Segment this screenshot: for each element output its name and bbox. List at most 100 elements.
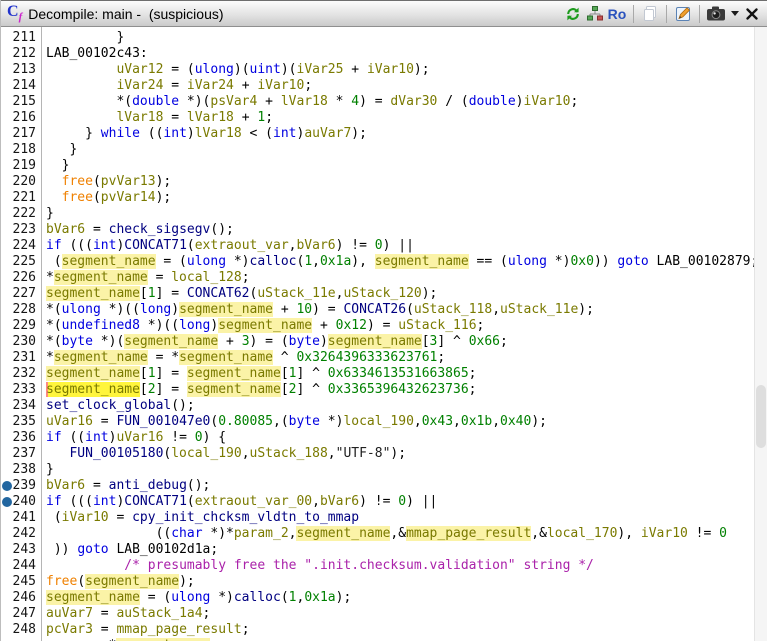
- code-line[interactable]: lVar18 = lVar18 + 1;: [46, 110, 754, 126]
- line-number: 217: [12, 126, 36, 141]
- highlighted-token[interactable]: segment_name: [186, 382, 281, 397]
- line-number: 236: [12, 430, 36, 445]
- code-line[interactable]: auVar7 = auStack_1a4;: [46, 606, 754, 622]
- close-icon[interactable]: [743, 4, 761, 24]
- decompiler-panel: Cf Decompile: main - (suspicious) Ro 211…: [0, 0, 767, 641]
- line-number: 213: [12, 62, 36, 77]
- highlighted-token[interactable]: segment_name: [179, 350, 273, 365]
- line-number: 242: [12, 526, 36, 541]
- highlighted-token[interactable]: segment_name: [124, 334, 219, 349]
- code-line[interactable]: free(pvVar14);: [46, 190, 754, 206]
- code-line[interactable]: LAB_00102c43:: [46, 46, 754, 62]
- line-number: 212: [12, 46, 36, 61]
- code-line[interactable]: }: [46, 142, 754, 158]
- highlighted-token[interactable]: segment_name: [61, 254, 156, 269]
- highlighted-token[interactable]: segment_name: [218, 318, 313, 333]
- code-line[interactable]: (segment_name = (ulong *)calloc(1,0x1a),…: [46, 254, 754, 270]
- dropdown-arrow-icon[interactable]: [727, 4, 743, 24]
- line-number: 219: [12, 158, 36, 173]
- highlighted-token[interactable]: segment_name: [53, 350, 148, 365]
- code-line[interactable]: pcVar3 = mmap_page_result;: [46, 622, 754, 638]
- code-line[interactable]: (iVar10 = cpy_init_chcksm_vldtn_to_mmap: [46, 510, 754, 526]
- panel-titlebar[interactable]: Cf Decompile: main - (suspicious) Ro: [1, 0, 767, 27]
- line-number-gutter[interactable]: 211 212 213 214 215 216 217 218 219 220 221 222 223 2…: [1, 27, 42, 641]
- function-graph-icon[interactable]: [584, 4, 606, 24]
- line-number: 228: [12, 302, 36, 317]
- code-line[interactable]: *(double *)(psVar4 + lVar18 * 4) = dVar3…: [46, 94, 754, 110]
- line-number: 223: [12, 222, 36, 237]
- code-line[interactable]: } while ((int)lVar18 < (int)auVar7);: [46, 126, 754, 142]
- line-number: 243: [12, 542, 36, 557]
- code-line[interactable]: segment_name[1] = segment_name[1] ^ 0x63…: [46, 366, 754, 382]
- code-area[interactable]: } LAB_00102c43: uVar12 = (ulong)(uint)(iV…: [42, 27, 754, 641]
- code-line[interactable]: segment_name[2] = segment_name[2] ^ 0x33…: [46, 382, 754, 398]
- line-number: 239: [1, 478, 41, 494]
- highlighted-token[interactable]: segment_name: [46, 382, 140, 397]
- line-number: 216: [12, 110, 36, 125]
- line-number: 218: [12, 142, 36, 157]
- code-line[interactable]: }: [46, 462, 754, 478]
- code-line[interactable]: bVar6 = anti_debug();: [46, 478, 754, 494]
- highlighted-token[interactable]: segment_name: [46, 366, 140, 381]
- line-number: 229: [12, 318, 36, 333]
- code-line[interactable]: if (((int)CONCAT71(extraout_var,bVar6) !…: [46, 238, 754, 254]
- code-line[interactable]: uVar12 = (ulong)(uint)(iVar25 + iVar10);: [46, 62, 754, 78]
- highlighted-token[interactable]: segment_name: [374, 254, 469, 269]
- code-line[interactable]: if ((int)uVar16 != 0) {: [46, 430, 754, 446]
- line-number: 226: [12, 270, 36, 285]
- margin-marker-dot: [2, 497, 12, 507]
- code-line[interactable]: iVar24 = iVar24 + iVar10;: [46, 78, 754, 94]
- highlighted-token[interactable]: segment_name: [186, 366, 281, 381]
- code-line[interactable]: *(byte *)(segment_name + 3) = (byte)segm…: [46, 334, 754, 350]
- code-line[interactable]: free(pvVar13);: [46, 174, 754, 190]
- highlighted-token[interactable]: segment_name: [85, 574, 180, 589]
- code-line[interactable]: }: [46, 30, 754, 46]
- code-line[interactable]: /* presumably free the ".init.checksum.v…: [46, 558, 754, 574]
- code-line[interactable]: *(undefined8 *)((long)segment_name + 0x1…: [46, 318, 754, 334]
- highlighted-token[interactable]: segment_name: [296, 526, 391, 541]
- line-number: 241: [12, 510, 36, 525]
- line-number: 224: [12, 238, 36, 253]
- highlighted-token[interactable]: segment_name: [327, 334, 422, 349]
- line-number: 225: [12, 254, 36, 269]
- code-line[interactable]: free(segment_name);: [46, 574, 754, 590]
- code-line[interactable]: }: [46, 206, 754, 222]
- line-number: 245: [12, 574, 36, 589]
- copy-icon[interactable]: [639, 4, 661, 24]
- camera-icon[interactable]: [705, 4, 727, 24]
- code-line[interactable]: if (((int)CONCAT71(extraout_var_00,bVar6…: [46, 494, 754, 510]
- line-number: 233: [12, 382, 36, 397]
- line-number: 230: [12, 334, 36, 349]
- vertical-scrollbar[interactable]: [754, 27, 767, 641]
- code-line[interactable]: *segment_name = *segment_name ^ 0x326439…: [46, 350, 754, 366]
- line-number: 240: [1, 494, 41, 510]
- code-line[interactable]: *(ulong *)((long)segment_name + 10) = CO…: [46, 302, 754, 318]
- line-number: 214: [12, 78, 36, 93]
- highlighted-token[interactable]: segment_name: [53, 270, 148, 285]
- code-line[interactable]: uVar16 = FUN_001047e0(0.80085,(byte *)lo…: [46, 414, 754, 430]
- highlighted-token[interactable]: segment_name: [46, 286, 140, 301]
- code-line[interactable]: set_clock_global();: [46, 398, 754, 414]
- edit-icon[interactable]: [672, 4, 694, 24]
- line-number: 232: [12, 366, 36, 381]
- ro-button[interactable]: Ro: [606, 4, 628, 24]
- code-line[interactable]: *segment_name = local_128;: [46, 270, 754, 286]
- line-number: 238: [12, 462, 36, 477]
- code-line[interactable]: )) goto LAB_00102d1a;: [46, 542, 754, 558]
- code-line[interactable]: ((char *)*param_2,segment_name,&mmap_pag…: [46, 526, 754, 542]
- highlighted-token[interactable]: segment_name: [179, 302, 273, 317]
- line-number: 247: [12, 606, 36, 621]
- scrollbar-thumb[interactable]: [756, 385, 766, 448]
- code-line[interactable]: bVar6 = check_sigsegv();: [46, 222, 754, 238]
- code-line[interactable]: segment_name[1] = CONCAT62(uStack_11e,uS…: [46, 286, 754, 302]
- decompiler-icon: Cf: [7, 3, 23, 23]
- line-number: 221: [12, 190, 36, 205]
- line-number: 227: [12, 286, 36, 301]
- refresh-icon[interactable]: [562, 4, 584, 24]
- code-line[interactable]: FUN_00105180(local_190,uStack_188,"UTF-8…: [46, 446, 754, 462]
- panel-title: Decompile: main - (suspicious): [28, 5, 224, 22]
- code-line[interactable]: }: [46, 158, 754, 174]
- code-line[interactable]: segment_name = (ulong *)calloc(1,0x1a);: [46, 590, 754, 606]
- highlighted-token[interactable]: mmap_page_result: [406, 526, 532, 541]
- highlighted-token[interactable]: segment_name: [46, 590, 140, 605]
